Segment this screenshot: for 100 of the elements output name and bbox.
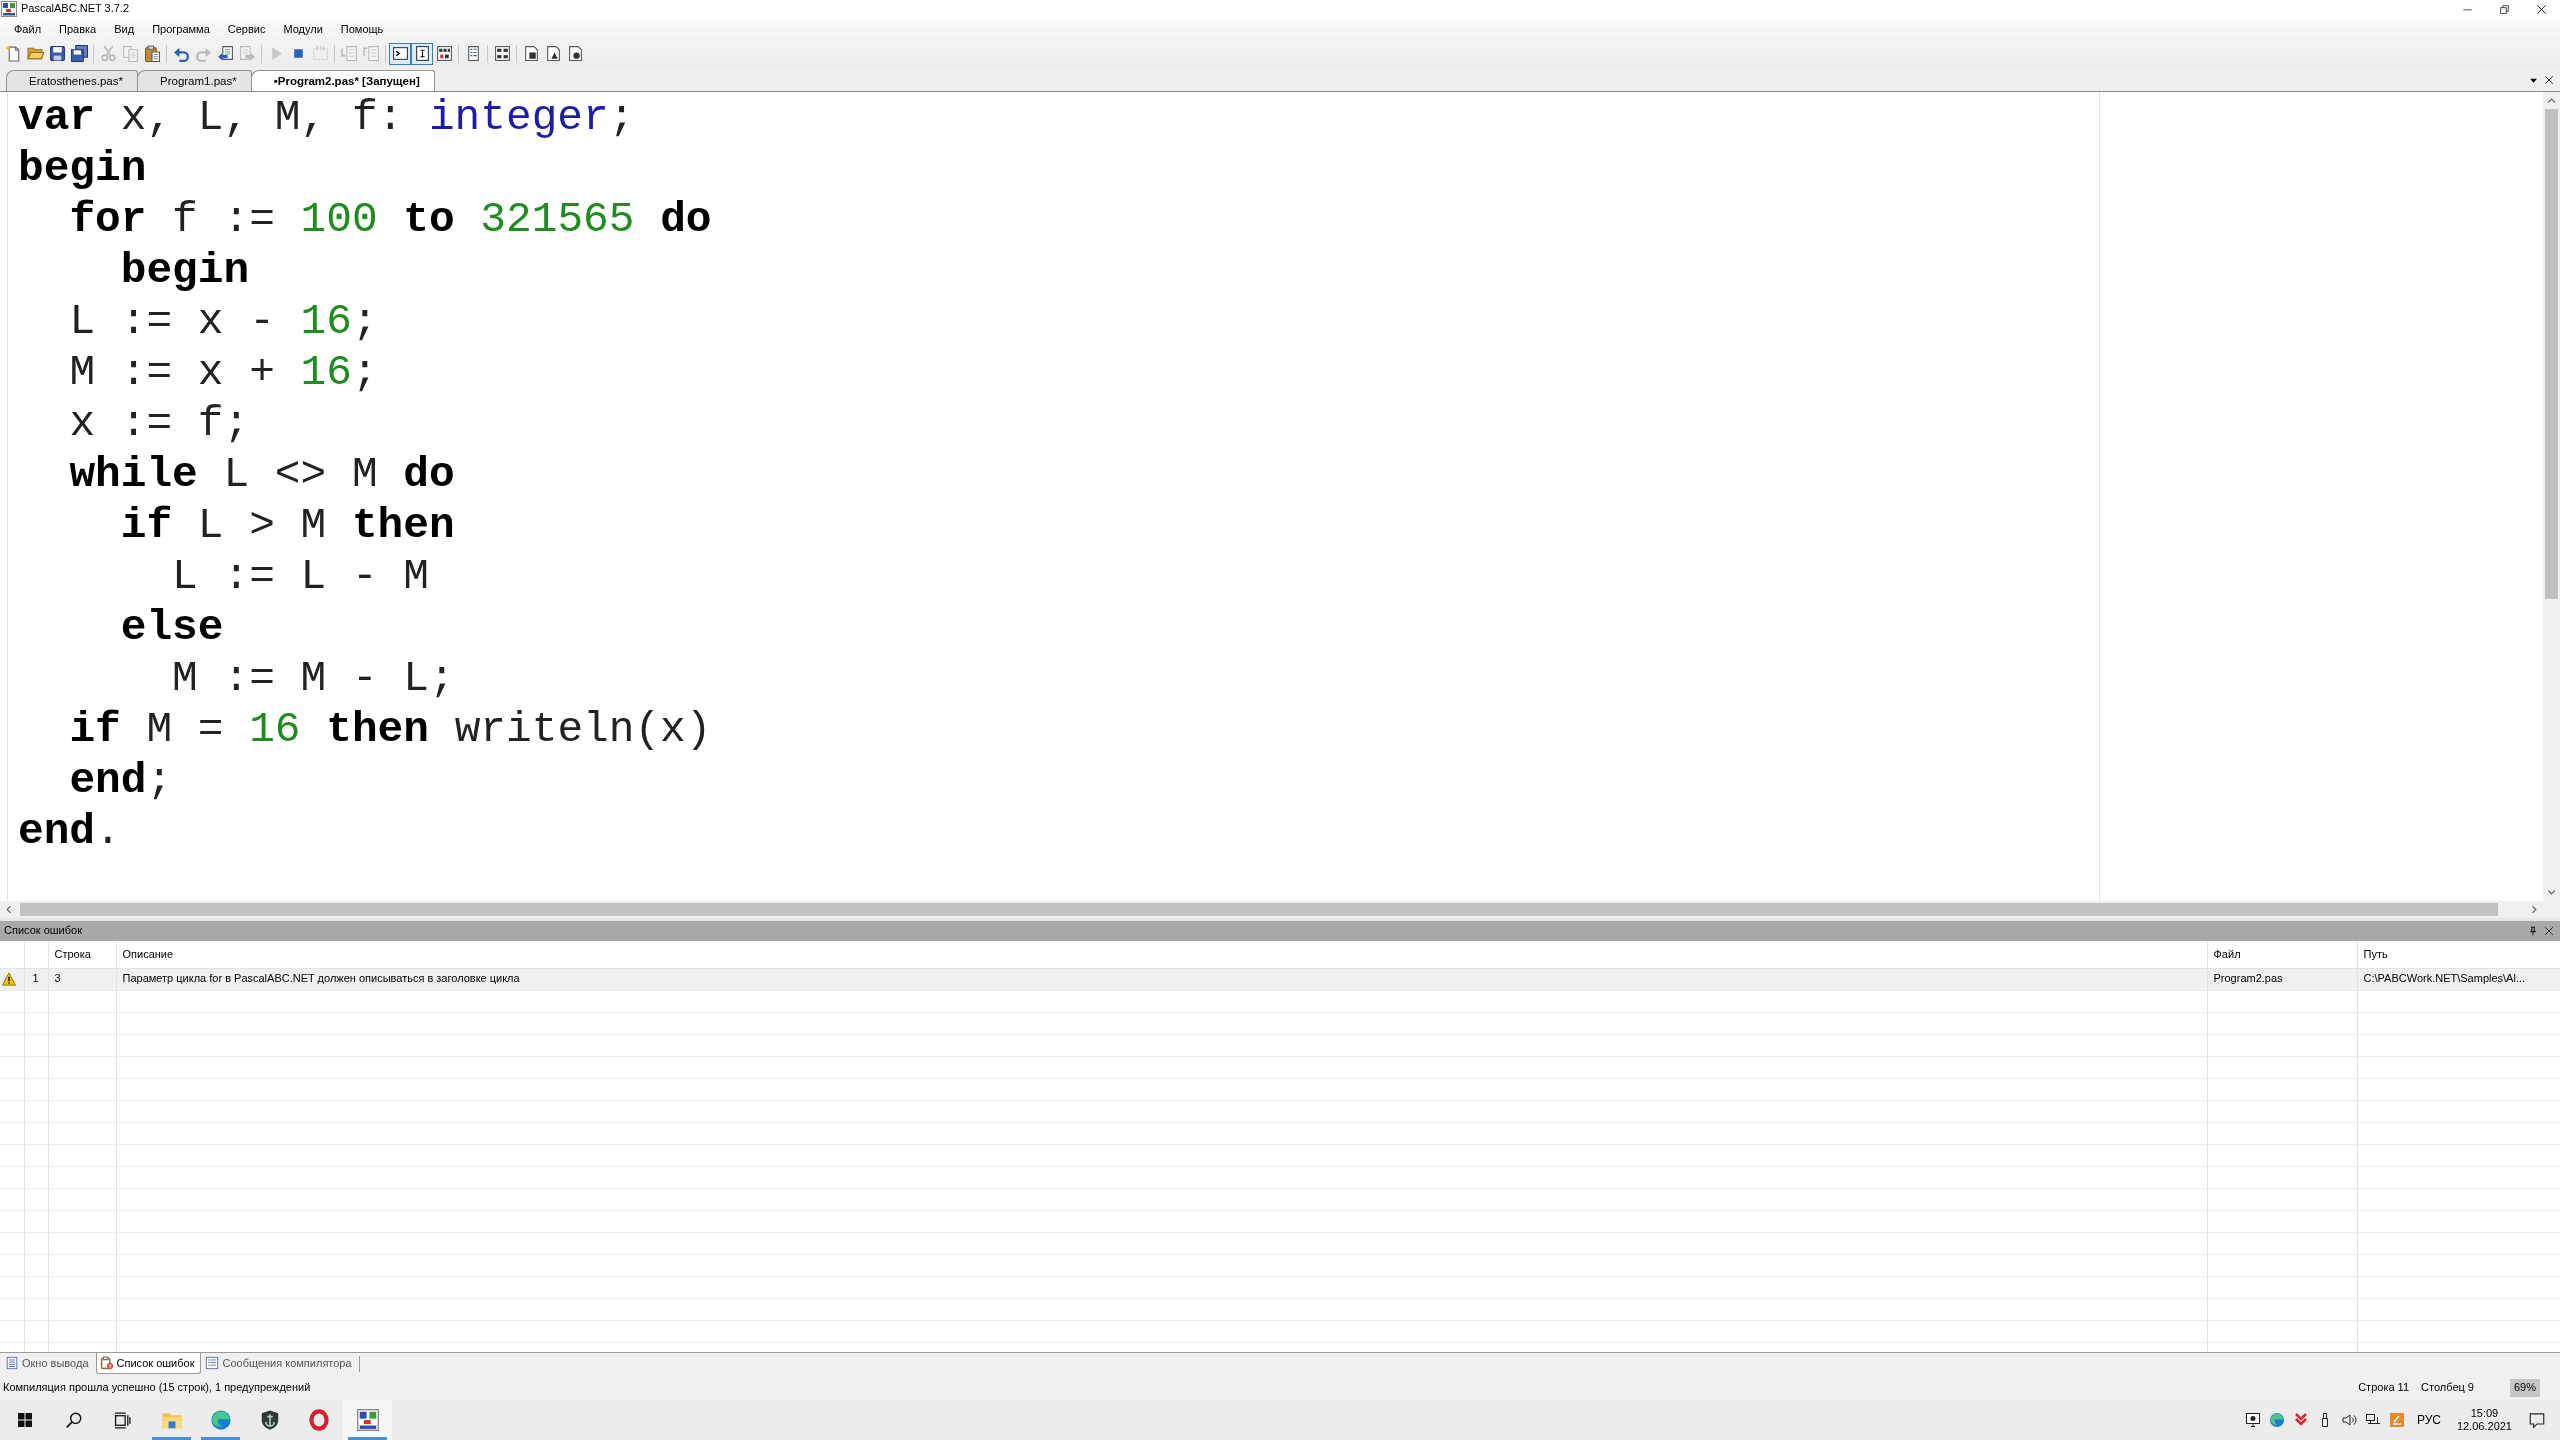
tile-icon [2388, 1412, 2405, 1428]
panel-title: Список ошибок [4, 924, 82, 938]
cursor-column: Столбец 9 [2421, 1381, 2474, 1395]
page-bracket-icon [362, 45, 380, 62]
status-message: Компиляция прошла успешно (15 строк), 1 предупреждений [3, 1381, 311, 1395]
code-line: L := x - 16; [69, 297, 378, 346]
code-line: for f := 100 to 321565 do [69, 195, 712, 244]
restore-icon [2499, 3, 2510, 15]
panel-tab[interactable]: Окно вывода [1, 1353, 96, 1374]
text-cursor-button[interactable] [411, 42, 433, 65]
chevrons-down-icon [2292, 1412, 2309, 1428]
floppy-disks-button[interactable] [68, 42, 90, 65]
code-line: L := L - M [172, 552, 429, 601]
code-line: begin [18, 144, 147, 193]
close-icon [2544, 75, 2554, 85]
notifications-button[interactable] [2528, 1411, 2546, 1429]
code-line: end. [18, 807, 121, 856]
code-line: M := M - L; [172, 654, 455, 703]
scroll-down-icon [2546, 887, 2557, 898]
new-file-icon [4, 45, 22, 62]
menu-item[interactable]: Файл [5, 19, 51, 39]
table-cell: 1 [32, 972, 39, 985]
clipboard-error-icon [99, 1356, 114, 1370]
code-line: if M = 16 then writeln(x) [69, 705, 712, 754]
close-tab-button[interactable] [2544, 75, 2554, 85]
document-tab[interactable]: Program1.pas* [137, 70, 252, 91]
code-line: begin [120, 246, 250, 295]
scroll-left-icon [3, 904, 14, 915]
document-arrow-icon [216, 45, 234, 62]
speech-bubble-icon [2528, 1411, 2546, 1429]
menu-item[interactable]: Правка [50, 19, 106, 39]
undo-icon [172, 45, 190, 62]
speaker-icon [2340, 1412, 2357, 1428]
window-title: PascalABC.NET 3.7.2 [21, 2, 129, 16]
copy-icon [121, 45, 139, 62]
page-triangle-icon [544, 45, 562, 62]
menu-item[interactable]: Вид [105, 19, 144, 39]
zoom-level: 69% [2509, 1379, 2540, 1397]
clock-time[interactable]: 15:09 [2470, 1407, 2499, 1420]
tray-button[interactable] [2244, 1412, 2261, 1428]
blocks-tile-icon [435, 45, 453, 62]
windows-logo-icon [16, 1412, 33, 1428]
list-icon [205, 1356, 220, 1370]
floppy-disks-icon [70, 45, 88, 62]
panel-tab[interactable]: Список ошибок [95, 1353, 202, 1374]
pin-button[interactable] [2528, 926, 2538, 936]
scrollbar-thumb[interactable] [2545, 109, 2558, 599]
close-panel-button[interactable] [2544, 926, 2554, 936]
browser-swirl-icon [209, 1409, 232, 1431]
code-line: x := f; [69, 399, 250, 448]
ring-icon [307, 1409, 330, 1431]
tray-button[interactable] [2340, 1412, 2357, 1428]
browser-swirl-icon [2268, 1412, 2285, 1428]
scroll-up-icon [2546, 95, 2557, 106]
document-tab[interactable]: Eratosthenes.pas* [6, 70, 138, 91]
code-line: var x, L, M, f: integer; [18, 93, 635, 142]
document-tab[interactable]: •Program2.pas* [Запущен] [250, 70, 435, 91]
table-cell: Program2.pas [2213, 972, 2283, 985]
app-icon [356, 1409, 379, 1431]
folder-icon [26, 45, 44, 62]
console-icon [391, 45, 409, 62]
vertical-scrollbar[interactable] [2543, 92, 2560, 901]
document-arrow-icon [238, 45, 256, 62]
console-button[interactable] [389, 42, 411, 65]
panel-tab[interactable]: Сообщения компилятора [201, 1353, 359, 1374]
menu-item[interactable]: Помощь [331, 19, 393, 39]
warning-icon [2, 972, 16, 986]
code-line: else [120, 603, 224, 652]
menu-item[interactable]: Модули [274, 19, 332, 39]
scissors-icon [99, 45, 117, 62]
menu-item[interactable]: Программа [143, 19, 219, 39]
pin-icon [2528, 926, 2538, 936]
document-lines-icon [5, 1356, 19, 1370]
table-cell: 3 [54, 972, 61, 985]
clipboard-icon [143, 45, 161, 62]
column-header[interactable]: Файл [2213, 947, 2241, 961]
task-view-icon [114, 1411, 131, 1429]
column-header[interactable]: Строка [54, 947, 91, 961]
input-language[interactable]: РУС [2416, 1412, 2441, 1428]
column-header[interactable]: Описание [122, 947, 174, 961]
grid-tile-icon [493, 45, 511, 62]
taskbar-app[interactable] [343, 1400, 392, 1440]
code-line: M := x + 16; [69, 348, 378, 397]
redo-icon [194, 45, 212, 62]
scrollbar-thumb[interactable] [20, 903, 2498, 916]
close-icon [2544, 926, 2554, 936]
code-line: if L > M then [120, 501, 455, 550]
table-cell: C:\PABCWork.NET\Samples\Al... [2363, 972, 2526, 985]
clock-date[interactable]: 12.06.2021 [2456, 1420, 2512, 1433]
close-icon [2536, 3, 2547, 15]
page-bracket-icon [340, 45, 358, 62]
scroll-right-icon [2529, 904, 2540, 915]
dotted-box-icon [311, 45, 329, 62]
monitor-gear-icon [2244, 1412, 2261, 1428]
column-header[interactable]: Путь [2363, 947, 2388, 961]
code-line: while L <> M do [69, 450, 455, 499]
search-icon [64, 1411, 83, 1429]
code-line: end; [69, 756, 173, 805]
text-cursor-icon [413, 45, 431, 62]
menu-item[interactable]: Сервис [218, 19, 275, 39]
